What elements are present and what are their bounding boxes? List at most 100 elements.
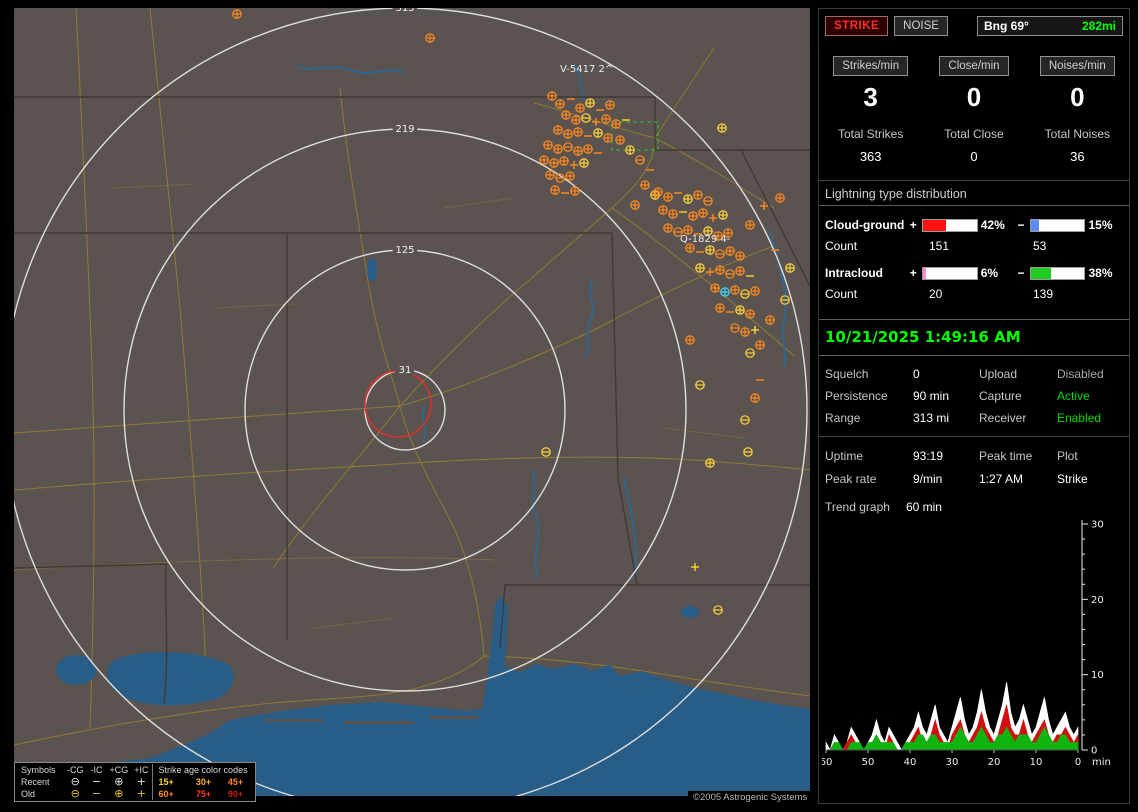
ic-minus-percent: 38% — [1088, 266, 1113, 280]
uptime-label: Uptime — [825, 449, 864, 463]
bearing-label: Bng 69° — [984, 19, 1029, 33]
settings-panel: Squelch 0 Upload Disabled Persistence 90… — [819, 356, 1129, 437]
roads-layer — [14, 8, 810, 746]
trend-graph-window: 60 min — [905, 500, 942, 514]
bearing-display: Bng 69° 282mi — [977, 16, 1123, 36]
ic-plus-percent: 6% — [980, 266, 999, 280]
svg-text:40: 40 — [904, 757, 917, 768]
strikes-per-min-value: 3 — [863, 82, 878, 112]
distribution-header: Lightning type distribution — [819, 181, 1129, 206]
uptime-value: 93:19 — [913, 449, 944, 463]
cloud-ground-label: Cloud-ground — [825, 218, 905, 232]
svg-text:30: 30 — [946, 757, 959, 768]
cg-plus-bar — [922, 218, 978, 232]
trend-graph-label: Trend graph — [825, 500, 890, 514]
range-label: Range — [825, 411, 861, 425]
water-bodies — [14, 63, 810, 796]
lightning-map[interactable]: 31 125 219 313 V-5417 2^ Q-1829 4- Symbols -C… — [14, 8, 810, 802]
old-ic-pos-icon: + — [136, 787, 146, 800]
upload-status: Disabled — [1057, 367, 1104, 381]
capture-status: Active — [1057, 389, 1090, 403]
receiver-status: Enabled — [1057, 411, 1102, 425]
rate-counters: Strikes/min Close/min Noises/min 3 0 0 T… — [819, 56, 1129, 164]
noises-per-min-value: 0 — [1070, 82, 1085, 112]
persistence-label: Persistence — [825, 389, 888, 403]
map-legend: Symbols -CG -IC +CG +IC Strike age color… — [14, 762, 256, 802]
svg-text:10: 10 — [1030, 757, 1043, 768]
plot-value: Strike — [1057, 472, 1088, 486]
strikes-per-min-button[interactable]: Strikes/min — [833, 56, 909, 76]
cloud-ground-counts: Count 151 53 — [819, 235, 1129, 263]
trend-graph-canvas: 010203060 50 40 30 20 10 0 min — [820, 516, 1128, 770]
legend-symbols-header: Symbols — [21, 765, 56, 775]
squelch-label: Squelch — [825, 367, 869, 381]
cloud-ground-row: Cloud-ground + 42% − 15% — [819, 215, 1129, 235]
receiver-label: Receiver — [979, 411, 1027, 425]
age-90: 90+ — [227, 789, 244, 799]
strike-button[interactable]: STRIKE — [825, 16, 889, 36]
legend-age-header: Strike age color codes — [151, 764, 252, 776]
map-labels-layer: 31 125 219 313 V-5417 2^ Q-1829 4- — [392, 8, 731, 376]
plot-label: Plot — [1057, 449, 1078, 463]
map-canvas[interactable]: 31 125 219 313 V-5417 2^ Q-1829 4- — [14, 8, 810, 796]
peak-time-label: Peak time — [979, 449, 1033, 463]
status-panel: Uptime 93:19 Peak time Plot Peak rate 9/… — [819, 437, 1129, 490]
squelch-value: 0 — [913, 367, 920, 381]
total-close-value: 0 — [970, 149, 978, 164]
cg-plus-percent: 42% — [980, 218, 1005, 232]
storm-markers-layer — [364, 121, 659, 438]
ic-plus-bar — [922, 266, 978, 280]
age-60: 60+ — [151, 788, 188, 800]
datetime-panel: 10/21/2025 1:49:16 AM — [819, 319, 1129, 356]
svg-text:30: 30 — [1091, 520, 1104, 531]
trend-graph: 0 10 20 30 60 50 40 30 20 10 0 min — [819, 516, 1129, 775]
sidebar: STRIKE NOISE Bng 69° 282mi Strikes/min C… — [818, 8, 1130, 804]
cg-minus-percent: 15% — [1088, 218, 1113, 232]
cg-minus-count: 53 — [1033, 239, 1047, 253]
svg-text:min: min — [1092, 757, 1111, 768]
lightning-type-distribution: Lightning type distribution Cloud-ground… — [819, 180, 1129, 311]
svg-text:31: 31 — [399, 365, 412, 376]
upload-label: Upload — [979, 367, 1018, 381]
age-15: 15+ — [151, 776, 188, 788]
age-45: 45+ — [227, 777, 244, 787]
close-per-min-value: 0 — [966, 82, 982, 112]
old-cg-neg-icon: ⊖ — [70, 787, 80, 800]
legend-old-label: Old — [21, 789, 36, 799]
svg-text:V-5417 2^: V-5417 2^ — [560, 64, 613, 75]
svg-text:0: 0 — [1091, 746, 1097, 757]
bearing-range-value: 282mi — [1081, 19, 1116, 33]
svg-text:60: 60 — [822, 757, 832, 768]
cg-plus-count: 151 — [929, 239, 950, 253]
svg-text:0: 0 — [1075, 757, 1081, 768]
total-strikes-label: Total Strikes — [837, 127, 904, 141]
range-value: 313 mi — [913, 411, 950, 425]
intracloud-counts: Count 20 139 — [819, 283, 1129, 311]
cg-count-label: Count — [825, 239, 858, 253]
cg-minus-bar — [1029, 218, 1086, 232]
intracloud-label: Intracloud — [825, 266, 884, 280]
ic-minus-bar — [1029, 266, 1086, 280]
plus-sign: + — [909, 218, 917, 232]
svg-text:Q-1829 4-: Q-1829 4- — [680, 234, 731, 245]
copyright-text: ©2005 Astrogenic Systems — [688, 791, 813, 804]
svg-text:313: 313 — [395, 8, 414, 14]
svg-text:219: 219 — [395, 124, 414, 135]
age-75: 75+ — [195, 789, 212, 799]
datetime-value: 10/21/2025 1:49:16 AM — [825, 328, 1021, 346]
svg-text:10: 10 — [1091, 670, 1104, 681]
svg-text:20: 20 — [988, 757, 1001, 768]
ic-count-label: Count — [825, 287, 858, 301]
age-30: 30+ — [195, 777, 212, 787]
minus-sign: − — [1017, 266, 1025, 280]
mode-toolbar: STRIKE NOISE Bng 69° 282mi — [819, 9, 1129, 36]
minus-sign: − — [1017, 218, 1025, 232]
peak-rate-value: 9/min — [913, 472, 943, 486]
noises-per-min-button[interactable]: Noises/min — [1039, 56, 1115, 76]
strikes-layer — [232, 9, 795, 615]
close-per-min-button[interactable]: Close/min — [939, 56, 1009, 76]
peak-time-value: 1:27 AM — [979, 472, 1024, 486]
noise-button[interactable]: NOISE — [894, 16, 948, 36]
ic-minus-count: 139 — [1033, 287, 1054, 301]
total-noises-value: 36 — [1070, 149, 1085, 164]
